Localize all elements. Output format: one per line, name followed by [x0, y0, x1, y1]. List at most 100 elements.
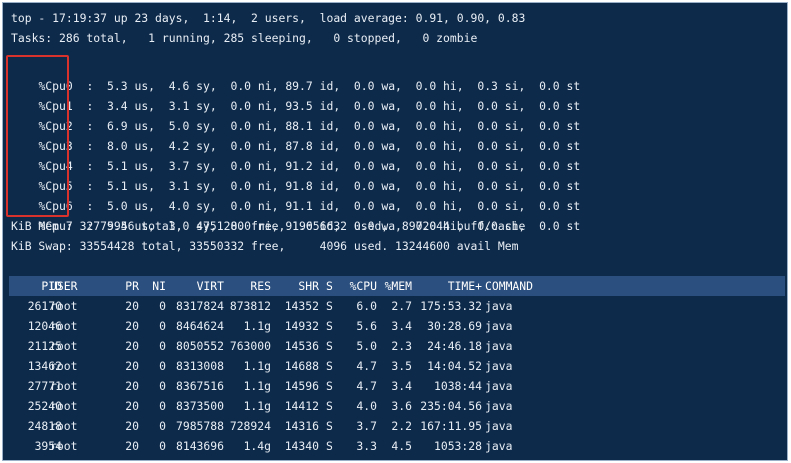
- cell-time: 14:04.52: [427, 359, 482, 373]
- cell-res: 1.1g: [243, 379, 271, 393]
- cell-time: 30:28.69: [427, 319, 482, 333]
- cell-pr: 20: [125, 399, 139, 413]
- cell-state: S: [326, 299, 333, 313]
- cell-pr: 20: [125, 319, 139, 333]
- swap-line: KiB Swap: 33554428 total, 33550332 free,…: [11, 239, 519, 253]
- cpu-line: %Cpu1 : 3.4 us, 3.1 sy, 0.0 ni, 93.5 id,…: [11, 76, 580, 113]
- cell-cpu: 3.7: [356, 419, 377, 433]
- cell-virt: 7985788: [175, 419, 224, 433]
- cell-cpu: 4.0: [356, 399, 377, 413]
- cpu-label-highlight: [6, 55, 69, 217]
- cell-cpu: 3.3: [356, 439, 377, 453]
- cell-state: S: [326, 399, 333, 413]
- header-state: S: [326, 279, 333, 293]
- cell-mem: 3.6: [391, 399, 412, 413]
- cpu-line: %Cpu6 : 5.0 us, 4.0 sy, 0.0 ni, 91.1 id,…: [11, 176, 580, 213]
- table-row[interactable]: 12046 root 20 0 8464624 1.1g 14932 S 5.6…: [9, 316, 785, 336]
- cell-user: root: [50, 439, 78, 453]
- cell-command: java: [485, 439, 513, 453]
- header-time: TIME+: [447, 279, 482, 293]
- cell-shr: 14688: [284, 359, 319, 373]
- cell-state: S: [326, 339, 333, 353]
- header-virt: VIRT: [196, 279, 224, 293]
- cpu-line: %Cpu2 : 6.9 us, 5.0 sy, 0.0 ni, 88.1 id,…: [11, 96, 580, 133]
- header-res: RES: [250, 279, 271, 293]
- cell-user: root: [50, 359, 78, 373]
- table-row[interactable]: 3954 root 20 0 8143696 1.4g 14340 S 3.3 …: [9, 436, 785, 456]
- cell-virt: 8317824: [175, 299, 224, 313]
- cell-res: 873812: [229, 299, 271, 313]
- cell-command: java: [485, 399, 513, 413]
- cell-ni: 0: [159, 379, 166, 393]
- cell-virt: 8050552: [175, 339, 224, 353]
- cell-user: root: [50, 339, 78, 353]
- cell-user: root: [50, 399, 78, 413]
- cell-state: S: [326, 359, 333, 373]
- cell-shr: 14412: [284, 399, 319, 413]
- cell-pr: 20: [125, 299, 139, 313]
- cell-state: S: [326, 319, 333, 333]
- header-pr: PR: [125, 279, 139, 293]
- cell-command: java: [485, 379, 513, 393]
- cell-time: 167:11.95: [420, 419, 482, 433]
- cell-shr: 14596: [284, 379, 319, 393]
- cell-res: 1.1g: [243, 399, 271, 413]
- cell-ni: 0: [159, 339, 166, 353]
- cell-virt: 8367516: [175, 379, 224, 393]
- uptime-line: top - 17:19:37 up 23 days, 1:14, 2 users…: [11, 11, 526, 25]
- cell-virt: 8464624: [175, 319, 224, 333]
- cell-pr: 20: [125, 379, 139, 393]
- cell-shr: 14316: [284, 419, 319, 433]
- cell-shr: 14340: [284, 439, 319, 453]
- cell-mem: 2.3: [391, 339, 412, 353]
- cell-time: 1053:28: [433, 439, 482, 453]
- mem-line: KiB Mem : 32779956 total, 4751280 free, …: [11, 219, 526, 233]
- cell-user: root: [50, 299, 78, 313]
- cell-ni: 0: [159, 399, 166, 413]
- cpu-line: %Cpu4 : 5.1 us, 3.7 sy, 0.0 ni, 91.2 id,…: [11, 136, 580, 173]
- header-user: USER: [50, 279, 78, 293]
- cell-mem: 4.5: [391, 439, 412, 453]
- cell-time: 235:04.56: [420, 399, 482, 413]
- cell-shr: 14932: [284, 319, 319, 333]
- cell-res: 1.1g: [243, 359, 271, 373]
- cell-command: java: [485, 299, 513, 313]
- cell-res: 728924: [229, 419, 271, 433]
- header-ni: NI: [152, 279, 166, 293]
- cell-ni: 0: [159, 299, 166, 313]
- cell-user: root: [50, 419, 78, 433]
- cell-res: 1.1g: [243, 319, 271, 333]
- cell-cpu: 4.7: [356, 359, 377, 373]
- cell-virt: 8143696: [175, 439, 224, 453]
- cell-time: 1038:44: [433, 379, 482, 393]
- table-row[interactable]: 25240 root 20 0 8373500 1.1g 14412 S 4.0…: [9, 396, 785, 416]
- cell-mem: 3.5: [391, 359, 412, 373]
- cell-command: java: [485, 339, 513, 353]
- cell-state: S: [326, 439, 333, 453]
- table-row[interactable]: 13462 root 20 0 8313008 1.1g 14688 S 4.7…: [9, 356, 785, 376]
- cell-cpu: 6.0: [356, 299, 377, 313]
- cell-time: 24:46.18: [427, 339, 482, 353]
- cell-ni: 0: [159, 439, 166, 453]
- table-row[interactable]: 21125 root 20 0 8050552 763000 14536 S 5…: [9, 336, 785, 356]
- cell-mem: 2.7: [391, 299, 412, 313]
- header-command: COMMAND: [485, 279, 534, 293]
- cell-command: java: [485, 419, 513, 433]
- header-shr: SHR: [298, 279, 319, 293]
- tasks-line: Tasks: 286 total, 1 running, 285 sleepin…: [11, 31, 478, 45]
- cell-ni: 0: [159, 319, 166, 333]
- cell-user: root: [50, 379, 78, 393]
- cell-cpu: 5.0: [356, 339, 377, 353]
- table-row[interactable]: 26170 root 20 0 8317824 873812 14352 S 6…: [9, 296, 785, 316]
- cell-virt: 8313008: [175, 359, 224, 373]
- cell-pr: 20: [125, 359, 139, 373]
- cell-res: 763000: [229, 339, 271, 353]
- screenshot-frame: top - 17:19:37 up 23 days, 1:14, 2 users…: [0, 0, 791, 463]
- cell-pr: 20: [125, 419, 139, 433]
- table-row[interactable]: 24818 root 20 0 7985788 728924 14316 S 3…: [9, 416, 785, 436]
- cpu-line: %Cpu7 : 5.4 us, 3.0 sy, 0.0 ni, 91.6 id,…: [11, 196, 580, 233]
- header-mem: %MEM: [384, 279, 412, 293]
- table-row[interactable]: 27771 root 20 0 8367516 1.1g 14596 S 4.7…: [9, 376, 785, 396]
- cell-cpu: 4.7: [356, 379, 377, 393]
- terminal-window[interactable]: top - 17:19:37 up 23 days, 1:14, 2 users…: [2, 2, 788, 461]
